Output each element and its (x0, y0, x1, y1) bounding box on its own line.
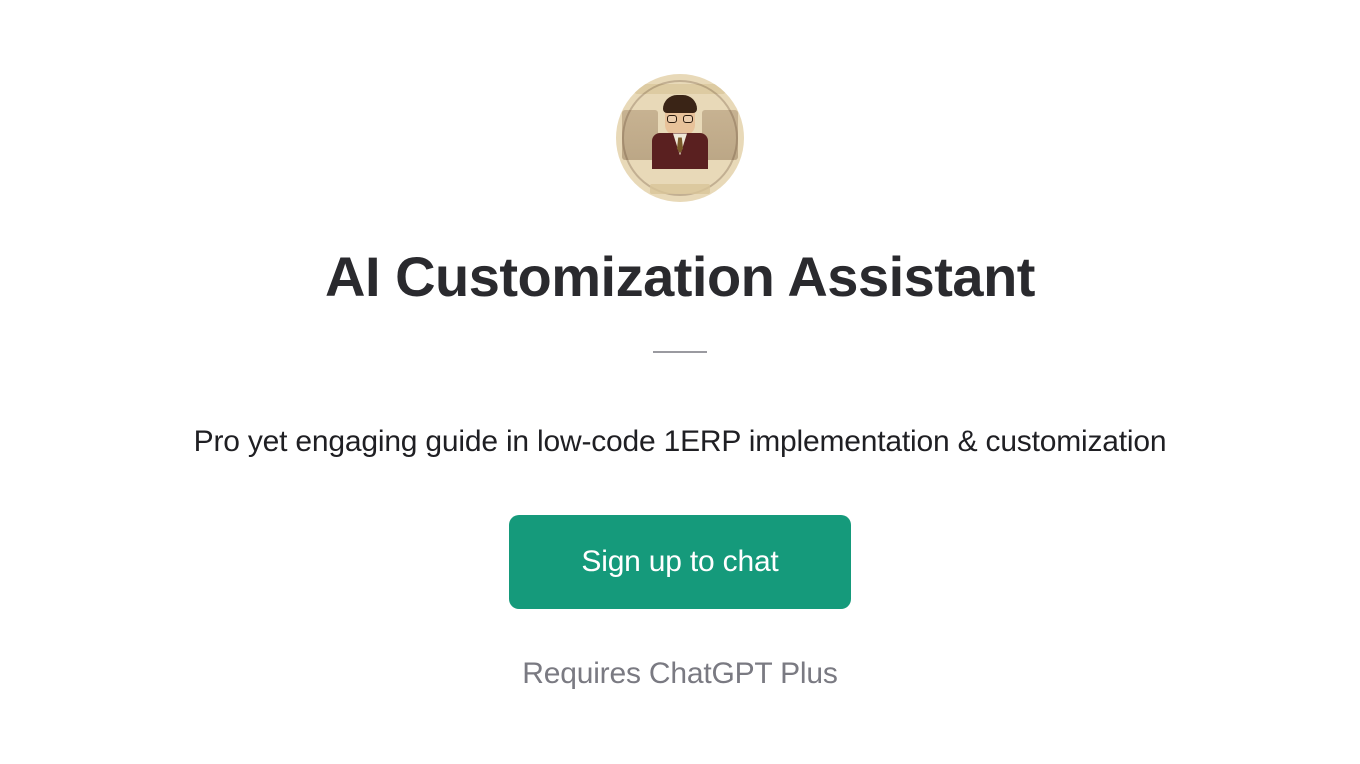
avatar-body (652, 133, 708, 169)
sign-up-button[interactable]: Sign up to chat (509, 515, 850, 609)
avatar-head (665, 101, 695, 135)
requirement-note: Requires ChatGPT Plus (522, 657, 837, 691)
page-description: Pro yet engaging guide in low-code 1ERP … (194, 425, 1167, 459)
page-title: AI Customization Assistant (325, 244, 1035, 309)
avatar-bottom-banner (650, 184, 710, 194)
divider (653, 351, 707, 353)
avatar-figure (652, 101, 708, 169)
avatar-hair (663, 95, 697, 113)
glasses-icon (667, 115, 693, 123)
assistant-avatar (616, 74, 744, 202)
